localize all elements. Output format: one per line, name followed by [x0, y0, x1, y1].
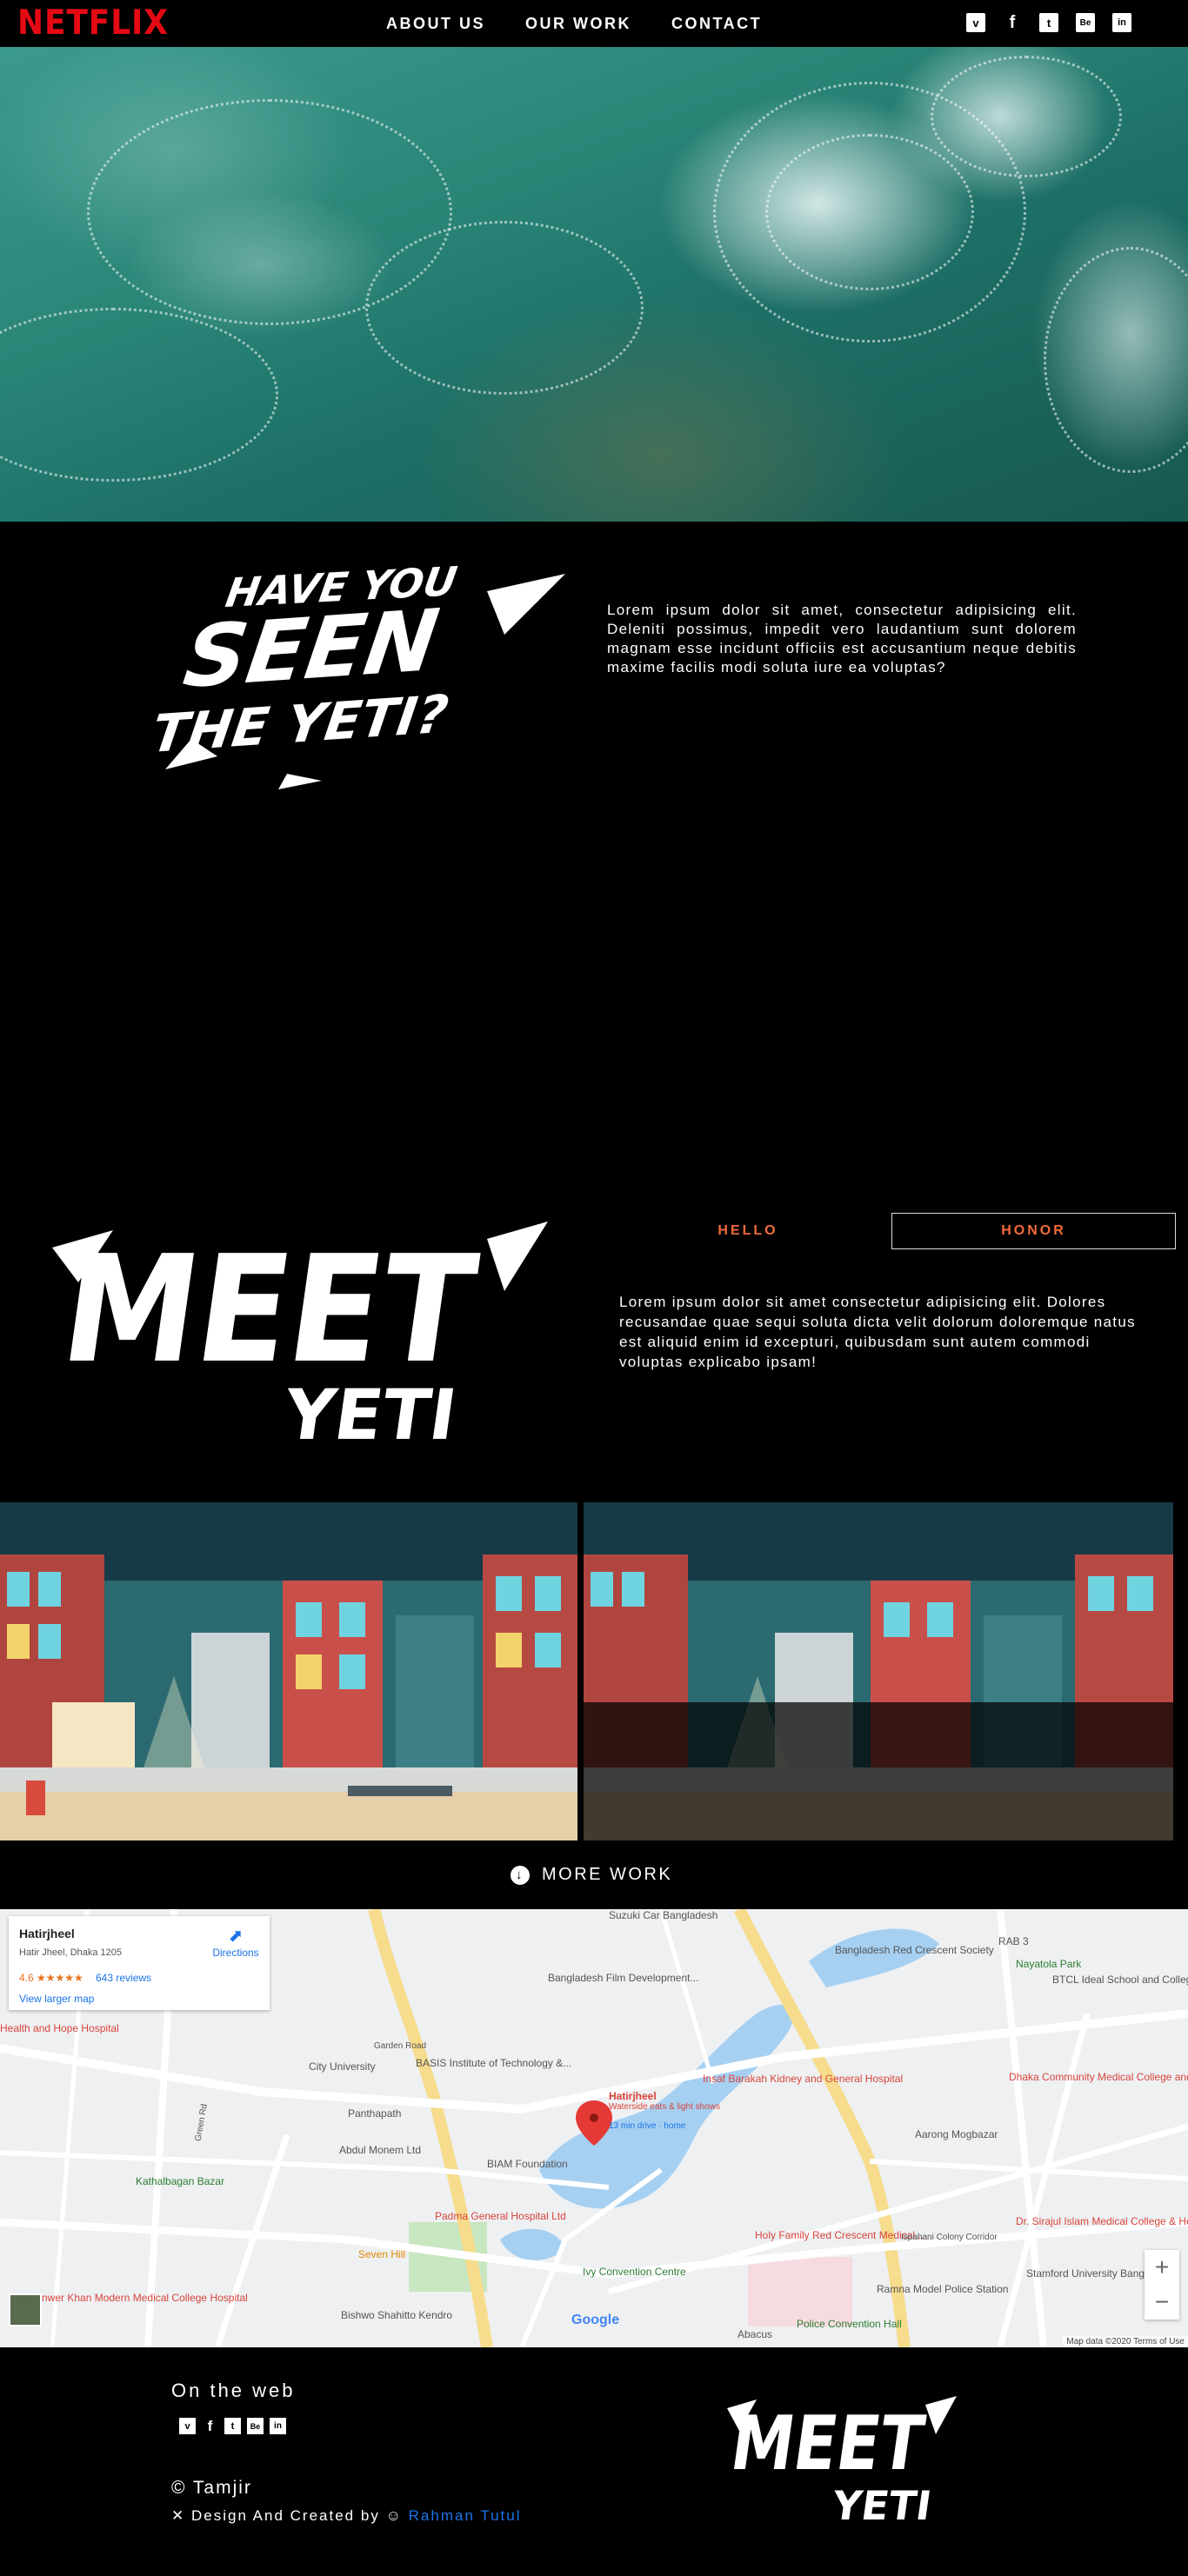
credit-prefix: Design And Created by [190, 2507, 380, 2524]
facebook-icon[interactable]: f [202, 2418, 218, 2434]
map-label: Insaf Barakah Kidney and General Hospita… [703, 2073, 904, 2085]
map-label: Anwer Khan Modern Medical College Hospit… [35, 2292, 248, 2304]
view-larger-map-link[interactable]: View larger map [19, 1993, 94, 2005]
map-label: Padma General Hospital Ltd [435, 2210, 566, 2222]
have-you-seen-the-yeti-logo: HAVE YOU SEEN THE YETI? [157, 558, 565, 789]
zoom-in-button[interactable]: + [1145, 2250, 1179, 2285]
directions-icon: ⬈ [228, 1927, 244, 1946]
map-label: BIAM Foundation [487, 2158, 568, 2170]
directions-button[interactable]: ⬈ Directions [205, 1925, 266, 1959]
map-label: Waterside eats & light shows [609, 2102, 721, 2112]
top-navbar: NETFLIX ABOUT US OUR WORK CONTACT v f t … [0, 0, 1188, 47]
copyright: © Tamjir [171, 2478, 252, 2498]
work-image-overlay [584, 1702, 1173, 1840]
netflix-logo[interactable]: NETFLIX [17, 3, 169, 43]
svg-text:MEET: MEET [727, 2400, 929, 2487]
map-label: Kathalbagan Bazar [136, 2175, 225, 2187]
work-image-2[interactable] [584, 1502, 1173, 1840]
map-label: Garden Road [374, 2041, 427, 2051]
behance-icon[interactable]: Be [1076, 13, 1095, 32]
menu-about-us[interactable]: ABOUT US [386, 15, 485, 33]
map-attribution[interactable]: Map data ©2020 Terms of Use [1063, 2336, 1188, 2347]
map-label: Bangladesh Film Development... [548, 1972, 699, 1984]
map-label: Ivy Convention Centre [583, 2266, 686, 2278]
map-label: BASIS Institute of Technology &... [416, 2057, 572, 2069]
footer-social-icons: v f t Be in [179, 2418, 286, 2434]
map-label: Health and Hope Hospital [0, 2022, 119, 2034]
vimeo-icon[interactable]: v [966, 13, 985, 32]
facebook-icon[interactable]: f [1003, 13, 1022, 32]
place-rating: 4.6 ★★★★★ [19, 1972, 83, 1984]
vimeo-icon[interactable]: v [179, 2418, 196, 2434]
svg-text:YETI: YETI [829, 2482, 935, 2529]
place-name: Hatirjheel [19, 1927, 75, 1940]
reviews-link[interactable]: 643 reviews [96, 1972, 151, 1984]
map-label: Ramna Model Police Station [877, 2283, 1009, 2295]
main-menu: ABOUT US OUR WORK CONTACT [386, 15, 762, 33]
tab-honor[interactable]: HONOR [891, 1213, 1176, 1249]
zoom-out-button[interactable]: − [1145, 2285, 1179, 2320]
map-label: Abdul Monem Ltd [339, 2144, 422, 2156]
map-label: Abacus [737, 2328, 773, 2340]
map-label: Police Convention Hall [797, 2318, 902, 2330]
map-label: Suzuki Car Bangladesh [609, 1909, 718, 1921]
tab-hello[interactable]: HELLO [652, 1213, 844, 1249]
svg-text:YETI: YETI [278, 1374, 462, 1455]
hero-ocean-image [0, 47, 1188, 522]
author-link[interactable]: Rahman Tutul [409, 2507, 522, 2524]
credit-line: ✕ Design And Created by ☺ Rahman Tutul [171, 2507, 522, 2525]
menu-our-work[interactable]: OUR WORK [525, 15, 631, 33]
map-label: Nayatola Park [1016, 1958, 1082, 1970]
map-label: Dr. Sirajul Islam Medical College & Hosp… [1016, 2215, 1188, 2227]
meet-yeti-logo: MEET YETI [52, 1221, 548, 1455]
map-label: Bangladesh Red Crescent Society [835, 1944, 994, 1956]
work-image-1[interactable] [0, 1502, 577, 1840]
map-label: Aarong Mogbazar [915, 2128, 998, 2140]
map-info-card: Hatirjheel Hatir Jheel, Dhaka 1205 4.6 ★… [9, 1916, 270, 2010]
embedded-map[interactable]: Hatirjheel Hatir Jheel, Dhaka 1205 4.6 ★… [0, 1909, 1188, 2347]
map-label: City University [309, 2060, 376, 2073]
map-label: Ispahani Colony Corridor [901, 2233, 998, 2242]
more-work-label: MORE WORK [542, 1865, 673, 1884]
nav-social-icons: v f t Be in [966, 13, 1131, 32]
map-label: Bishwo Shahitto Kendro [341, 2309, 453, 2321]
map-label: Seven Hill [358, 2248, 406, 2260]
satellite-toggle[interactable] [9, 2293, 42, 2326]
google-wordmark: Google [571, 2313, 619, 2328]
place-address: Hatir Jheel, Dhaka 1205 [19, 1947, 123, 1958]
map-zoom-controls: + − [1145, 2250, 1179, 2320]
menu-contact[interactable]: CONTACT [671, 15, 762, 33]
map-label: Holy Family Red Crescent Medical... [755, 2229, 924, 2241]
meet-paragraph: Lorem ipsum dolor sit amet consectetur a… [619, 1294, 1136, 1370]
map-label: RAB 3 [998, 1935, 1029, 1947]
svg-text:MEET: MEET [52, 1224, 485, 1396]
google-wordmark-text: Google [571, 2313, 620, 2327]
directions-label: Directions [212, 1947, 259, 1959]
behance-icon[interactable]: Be [247, 2418, 264, 2434]
linkedin-icon[interactable]: in [270, 2418, 286, 2434]
more-work-button[interactable]: ↓ MORE WORK [511, 1865, 672, 1885]
intro-paragraph: Lorem ipsum dolor sit amet, consectetur … [607, 602, 1077, 676]
map-label: Panthapath [348, 2107, 402, 2120]
footer-heading: On the web [171, 2380, 296, 2401]
linkedin-icon[interactable]: in [1112, 13, 1131, 32]
map-label: 13 min drive · home [609, 2121, 686, 2131]
map-label: BTCL Ideal School and College [1052, 1974, 1188, 1986]
twitter-icon[interactable]: t [224, 2418, 241, 2434]
twitter-icon[interactable]: t [1039, 13, 1058, 32]
tools-icon: ✕ [171, 2507, 186, 2524]
map-label: Dhaka Community Medical College and... [1009, 2071, 1188, 2083]
footer-meet-yeti-logo: MEET YETI [727, 2396, 957, 2529]
arrow-down-circle-icon: ↓ [511, 1865, 530, 1885]
map-label: Hatirjheel [609, 2090, 657, 2102]
smile-icon: ☺ [385, 2507, 403, 2524]
